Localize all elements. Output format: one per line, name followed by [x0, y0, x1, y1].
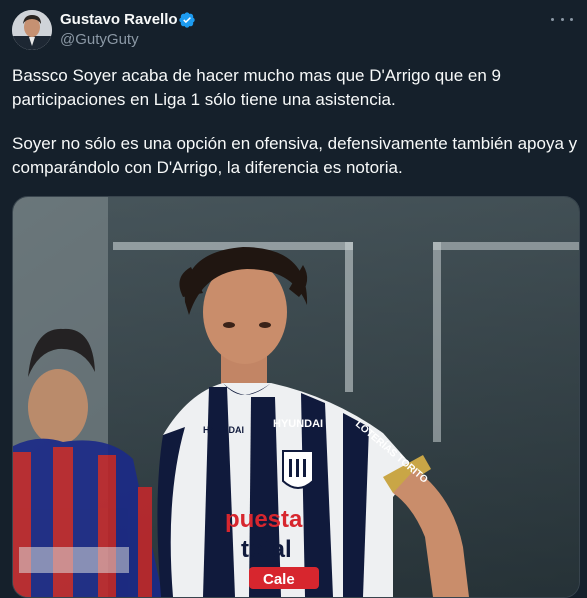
- sponsor-text-left: HYUNDAI: [203, 425, 244, 435]
- avatar-photo: [12, 10, 52, 50]
- chest-sponsor-line1: puesta: [225, 506, 303, 533]
- tweet-media-photo[interactable]: HYUNDAI HYUNDAI LOTERÍAS TORITO puesta t…: [12, 196, 580, 598]
- tweet-card: Gustavo Ravello @GutyGuty Bassco Soyer a…: [0, 0, 587, 598]
- chest-sponsor-line2: total: [241, 536, 292, 563]
- sponsor-text-right: HYUNDAI: [273, 418, 323, 430]
- match-photo: HYUNDAI HYUNDAI LOTERÍAS TORITO puesta t…: [13, 197, 579, 597]
- author-avatar[interactable]: [12, 10, 52, 50]
- tweet-text: Bassco Soyer acaba de hacer mucho mas qu…: [12, 64, 582, 180]
- tweet-paragraph: Bassco Soyer acaba de hacer mucho mas qu…: [12, 66, 501, 109]
- author-display-name[interactable]: Gustavo Ravello: [60, 11, 178, 29]
- author-handle[interactable]: @GutyGuty: [60, 31, 139, 49]
- verified-badge-icon: [179, 12, 195, 28]
- tweet-paragraph: Soyer no sólo es una opción en ofensiva,…: [12, 134, 578, 177]
- chest-sponsor-line3: Cale: [263, 571, 295, 588]
- more-options-icon[interactable]: [551, 10, 573, 28]
